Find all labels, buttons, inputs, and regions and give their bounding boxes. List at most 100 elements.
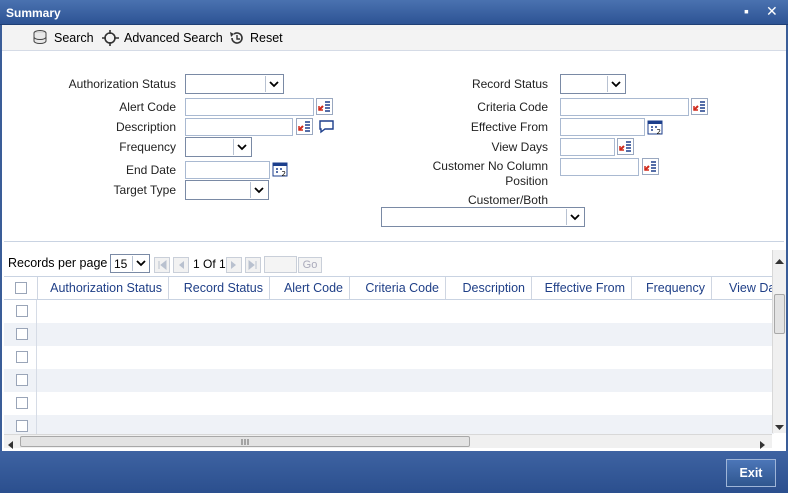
footer-bar: Exit [0,451,788,493]
column-header-view-days[interactable]: View Days [712,277,774,299]
calendar-icon[interactable]: 2 [272,161,289,178]
horizontal-scrollbar[interactable] [4,434,772,449]
description-label: Description [115,120,176,134]
view-days-input[interactable] [560,138,615,156]
criteria-code-label: Criteria Code [477,100,548,114]
lov-icon[interactable] [691,98,708,115]
next-page-icon[interactable] [226,257,242,273]
description-input[interactable] [185,118,293,136]
effective-from-label: Effective From [470,120,548,134]
frequency-label: Frequency [119,140,176,154]
page-info: 1 Of 1 [193,257,226,271]
table-row[interactable] [4,346,774,369]
advanced-search-button[interactable]: Advanced Search [102,29,223,47]
search-label: Search [54,31,94,45]
row-checkbox[interactable] [16,351,28,363]
horizontal-scroll-thumb[interactable] [20,436,470,447]
end-date-label: End Date [125,163,176,177]
search-button[interactable]: Search [32,29,94,47]
select-all-cell [4,277,38,299]
advanced-search-label: Advanced Search [124,31,223,45]
select-all-checkbox[interactable] [15,282,27,294]
window-title: Summary [6,6,61,20]
lov-icon[interactable] [642,158,659,175]
frequency-select[interactable] [185,137,252,157]
table-row[interactable] [4,369,774,392]
scroll-up-icon[interactable] [775,253,784,267]
customer-no-column-position-label: Customer No Column Position [432,159,548,188]
calendar-icon[interactable]: 2 [647,119,664,136]
comment-icon[interactable] [318,118,335,135]
page-number-input[interactable] [264,256,297,273]
records-per-page-label: Records per page [8,256,108,270]
effective-from-input[interactable] [560,118,645,136]
results-grid: Records per page 15 1 Of 1 Go Authorizat… [4,248,774,448]
pager: Records per page 15 1 Of 1 Go [4,248,774,276]
chevron-down-icon [233,139,250,155]
lov-icon[interactable] [617,138,634,155]
target-type-label: Target Type [113,183,176,197]
row-checkbox[interactable] [16,420,28,432]
row-checkbox[interactable] [16,397,28,409]
reset-button[interactable]: Reset [228,29,283,47]
table-row[interactable] [4,300,774,323]
target-type-select[interactable] [185,180,269,200]
column-header-alert-code[interactable]: Alert Code [270,277,350,299]
scroll-left-icon[interactable] [7,438,13,452]
row-checkbox[interactable] [16,374,28,386]
grid-header: Authorization Status Record Status Alert… [4,276,774,300]
toolbar: Search Advanced Search Reset [2,25,786,51]
customer-no-column-position-input[interactable] [560,158,639,176]
chevron-down-icon [265,76,282,92]
column-header-description[interactable]: Description [446,277,532,299]
chevron-down-icon [132,256,148,271]
view-days-label: View Days [491,140,548,154]
records-per-page-value: 15 [114,257,128,271]
table-row[interactable] [4,323,774,346]
chevron-down-icon [250,182,267,198]
scroll-right-icon[interactable] [760,438,766,452]
column-header-record-status[interactable]: Record Status [169,277,270,299]
advanced-search-icon [102,30,119,46]
alert-code-input[interactable] [185,98,314,116]
exit-button[interactable]: Exit [726,459,776,487]
grip-icon [241,439,249,445]
first-page-icon[interactable] [154,257,170,273]
window-titlebar: Summary ▪ ✕ [0,0,788,25]
scroll-down-icon[interactable] [775,420,784,434]
record-status-select[interactable] [560,74,626,94]
chevron-down-icon [607,76,624,92]
lov-icon[interactable] [316,98,333,115]
column-header-criteria-code[interactable]: Criteria Code [350,277,446,299]
lov-icon[interactable] [296,118,313,135]
authorization-status-label: Authorization Status [68,77,176,91]
minimize-button[interactable]: ▪ [744,3,749,19]
row-checkbox[interactable] [16,305,28,317]
reset-label: Reset [250,31,283,45]
end-date-input[interactable] [185,161,270,179]
column-header-effective-from[interactable]: Effective From [532,277,632,299]
svg-text:2: 2 [657,128,661,136]
vertical-scrollbar[interactable] [772,250,786,433]
customer-both-select[interactable] [381,207,585,227]
table-row[interactable] [4,392,774,415]
go-button[interactable]: Go [298,257,322,273]
last-page-icon[interactable] [245,257,261,273]
records-per-page-select[interactable]: 15 [110,254,150,273]
search-criteria-form: Authorization Status Alert Code Descript… [4,52,784,242]
column-header-authorization-status[interactable]: Authorization Status [38,277,169,299]
customer-both-label: Customer/Both [467,193,548,207]
alert-code-label: Alert Code [119,100,176,114]
table-row[interactable] [4,415,774,434]
previous-page-icon[interactable] [173,257,189,273]
authorization-status-select[interactable] [185,74,284,94]
svg-text:2: 2 [282,170,286,178]
reset-icon [230,32,243,44]
criteria-code-input[interactable] [560,98,689,116]
record-status-label: Record Status [471,77,548,91]
column-header-frequency[interactable]: Frequency [632,277,712,299]
row-checkbox[interactable] [16,328,28,340]
database-search-icon [33,30,47,45]
close-button[interactable]: ✕ [766,3,778,20]
vertical-scroll-thumb[interactable] [774,294,785,334]
